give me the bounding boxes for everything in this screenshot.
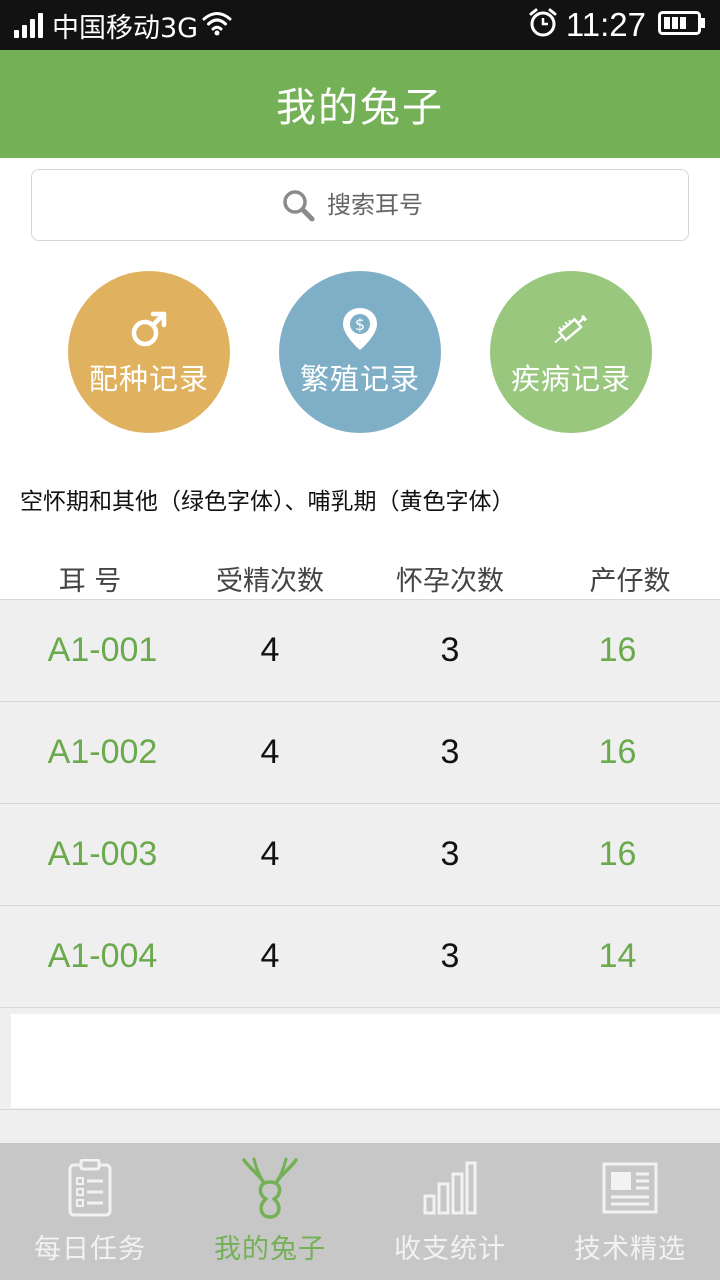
breeding-record-label: 繁殖记录 [299,362,420,396]
color-legend-note: 空怀期和其他（绿色字体）、哺乳期（黄色字体） [20,489,515,515]
tab-label: 收支统计 [394,1234,506,1265]
litter-count: 16 [598,631,637,669]
tab-tech-selection[interactable]: 技术精选 [540,1143,720,1280]
bar-chart-icon [422,1157,478,1219]
rabbit-icon [242,1157,298,1219]
status-time: 11:27 [565,6,646,43]
wifi-icon [202,10,232,40]
fertilized-count: 4 [260,733,280,771]
table-row[interactable]: A1-002 4 3 16 [0,701,720,803]
tab-my-rabbits[interactable]: 我的兔子 [180,1143,360,1280]
mating-record-label: 配种记录 [88,362,209,396]
table-row[interactable]: A1-001 4 3 16 [0,599,720,701]
svg-text:$: $ [355,315,365,334]
tab-label: 我的兔子 [214,1234,326,1265]
newspaper-icon [602,1157,658,1219]
ear-number: A1-002 [47,733,158,771]
tab-label: 每日任务 [34,1234,146,1265]
disease-record-label: 疾病记录 [510,362,631,396]
fertilized-count: 4 [260,937,280,975]
tab-income-statistics[interactable]: 收支统计 [360,1143,540,1280]
pregnant-count: 3 [440,631,460,669]
litter-count: 14 [598,937,637,975]
tab-daily-tasks[interactable]: 每日任务 [0,1143,180,1280]
table-row[interactable]: A1-004 4 3 14 [0,905,720,1007]
search-input[interactable] [325,190,439,220]
status-bar: 中国移动3G 11:27 [0,0,720,50]
signal-strength-icon [14,12,46,38]
alarm-clock-icon [528,8,558,42]
male-symbol-icon [129,306,169,352]
search-icon [281,188,315,222]
clipboard-checklist-icon [68,1157,112,1219]
table-row[interactable]: A1-003 4 3 16 [0,803,720,905]
litter-count: 16 [598,835,637,873]
litter-count: 16 [598,733,637,771]
header-fertilized-count: 受精次数 [216,565,324,597]
carrier-name: 中国移动3G [52,12,199,44]
pregnant-count: 3 [440,937,460,975]
ear-number: A1-003 [47,835,158,873]
location-dollar-icon: $ [341,306,379,352]
app-header: 我的兔子 [0,50,720,158]
header-litter-count: 产仔数 [589,565,671,597]
table-header: 耳 号 受精次数 怀孕次数 产仔数 [0,556,720,600]
header-ear-number: 耳 号 [58,565,122,597]
pregnant-count: 3 [440,835,460,873]
rabbit-table: A1-001 4 3 16 A1-002 4 3 16 A1-003 4 3 1… [0,599,720,1007]
tab-label: 技术精选 [574,1234,686,1265]
ear-number: A1-001 [47,631,158,669]
page-title: 我的兔子 [276,85,444,131]
disease-record-button[interactable]: 疾病记录 [490,271,652,433]
header-pregnant-count: 怀孕次数 [396,565,504,597]
blank-panel [11,1014,720,1108]
ear-number: A1-004 [47,937,158,975]
breeding-record-button[interactable]: $ 繁殖记录 [279,271,441,433]
syringe-icon [548,306,594,352]
battery-icon [658,10,706,40]
pregnant-count: 3 [440,733,460,771]
mating-record-button[interactable]: 配种记录 [68,271,230,433]
divider [0,1109,720,1110]
search-bar[interactable] [31,169,689,241]
app-screen: 中国移动3G 11:27 我的兔子 搜索耳号 配种记录 $ 繁殖记录 疾病记录 … [0,0,720,1280]
fertilized-count: 4 [260,631,280,669]
bottom-tab-bar: 每日任务 我的兔子 收支统计 技术精选 [0,1143,720,1280]
fertilized-count: 4 [260,835,280,873]
